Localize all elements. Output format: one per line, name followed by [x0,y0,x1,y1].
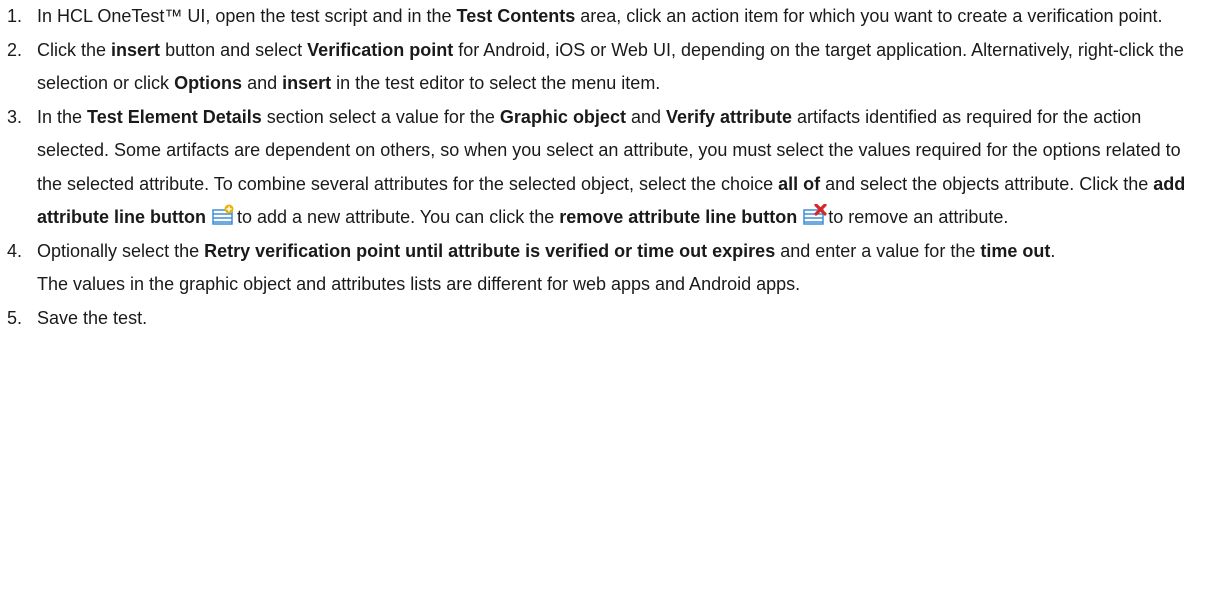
bold-term: Options [174,73,243,93]
bold-term: Test Contents [456,6,576,26]
add-attribute-line-icon [212,204,236,226]
step-number: 2. [7,39,23,60]
step-text-run: area, click an action item for which you… [575,6,1163,26]
procedure-step: 5. Save the test. [0,302,1212,336]
remove-attribute-line-icon [803,204,827,226]
step-text-run: . [1050,240,1056,261]
step-text-run: and select the objects attribute. Click … [820,173,1154,194]
step-text-run: to add a new attribute. You can click th… [237,207,560,227]
procedure-step: 1. In HCL OneTest™ UI, open the test scri… [0,0,1212,34]
step-number: 5. [7,307,23,328]
bold-term: Verification point [307,39,454,60]
step-text-run: and enter a value for the [775,240,981,261]
step-text-run: and [625,106,666,127]
step-number: 3. [7,106,23,127]
procedure-step: 3. In the Test Element Details section se… [0,101,1212,235]
step-text: In HCL OneTest™ UI, open the test script… [37,6,1163,26]
step-text: Click the insert button and select Verif… [37,40,1184,94]
step-text: Optionally select the Retry verification… [37,241,1055,261]
step-text-run: button and select [160,39,308,60]
step-text-run: Save the test. [37,307,148,328]
step-number: 1. [7,6,23,26]
bold-term: time out [980,240,1051,261]
step-text-run [206,207,211,227]
bold-term: Retry verification point until attribute… [204,240,776,261]
step-text-run: In the [37,106,88,127]
step-text: In the Test Element Details section sele… [37,107,1185,228]
procedure-step: 4. Optionally select the Retry verificati… [0,235,1212,302]
step-text-run [797,207,802,227]
step-note: The values in the graphic object and att… [37,274,801,294]
bold-term: remove attribute line button [559,207,798,227]
bold-term: Verify attribute [666,106,793,127]
bold-term: all of [778,173,821,194]
procedure-steps: 1. In HCL OneTest™ UI, open the test scri… [0,0,1212,335]
step-text-run: In HCL OneTest™ UI, open the test script… [37,6,457,26]
step-text-run: Optionally select the [37,240,205,261]
step-text-run: in the test editor to select the menu it… [331,73,661,93]
step-text: Save the test. [37,308,147,328]
bold-term: Test Element Details [87,106,262,127]
step-text-run: and [242,73,283,93]
bold-term: Graphic object [499,106,626,127]
bold-term: insert [282,73,332,93]
step-text-run: to remove an attribute. [828,207,1009,227]
procedure-step: 2. Click the insert button and select Ver… [0,34,1212,101]
step-number: 4. [7,240,23,261]
bold-term: insert [111,39,161,60]
step-text-run: Click the [37,39,112,60]
step-text-run: section select a value for the [261,106,500,127]
